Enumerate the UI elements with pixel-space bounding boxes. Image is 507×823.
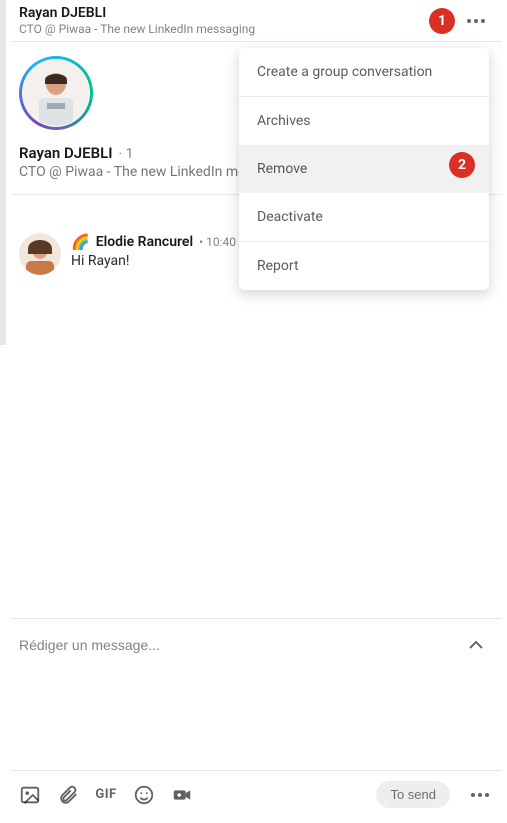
avatar-illustration	[23, 60, 89, 126]
gif-button[interactable]: GIF	[95, 784, 117, 806]
video-icon	[171, 784, 193, 806]
image-attach-button[interactable]	[19, 784, 41, 806]
profile-name[interactable]: Rayan DJEBLI	[19, 144, 113, 162]
menu-item-deactivate[interactable]: Deactivate	[239, 193, 489, 241]
message-avatar[interactable]	[19, 233, 61, 275]
rainbow-icon: 🌈	[71, 233, 90, 251]
compose-toolbar: GIF To send	[11, 770, 502, 818]
collapse-compose-button[interactable]	[464, 633, 488, 657]
paperclip-icon	[57, 784, 79, 806]
message-time: • 10:40	[199, 235, 236, 249]
video-button[interactable]	[171, 784, 193, 806]
ellipsis-icon	[471, 793, 489, 797]
image-icon	[19, 784, 41, 806]
connection-degree: · 1	[119, 146, 134, 162]
annotation-badge-2: 2	[449, 152, 475, 178]
compose-input[interactable]	[19, 637, 464, 653]
chat-header-identity[interactable]: Rayan DJEBLI CTO @ Piwaa - The new Linke…	[19, 5, 460, 36]
more-options-button[interactable]	[460, 5, 492, 37]
message-sender[interactable]: Elodie Rancurel	[96, 234, 193, 250]
menu-item-archives[interactable]: Archives	[239, 97, 489, 145]
chat-header-subtitle: CTO @ Piwaa - The new LinkedIn messaging	[19, 22, 460, 36]
chat-header-name: Rayan DJEBLI	[19, 5, 460, 22]
toolbar-more-button[interactable]	[466, 784, 494, 806]
menu-item-report[interactable]: Report	[239, 242, 489, 290]
send-button[interactable]: To send	[376, 781, 450, 808]
emoji-button[interactable]	[133, 784, 155, 806]
chevron-up-icon	[464, 633, 488, 657]
compose-area	[11, 618, 502, 773]
ellipsis-icon	[467, 19, 485, 23]
emoji-icon	[133, 784, 155, 806]
file-attach-button[interactable]	[57, 784, 79, 806]
profile-avatar[interactable]	[19, 56, 93, 130]
menu-item-create-group[interactable]: Create a group conversation	[239, 48, 489, 96]
annotation-badge-1: 1	[429, 8, 455, 34]
scroll-indicator	[0, 0, 6, 345]
